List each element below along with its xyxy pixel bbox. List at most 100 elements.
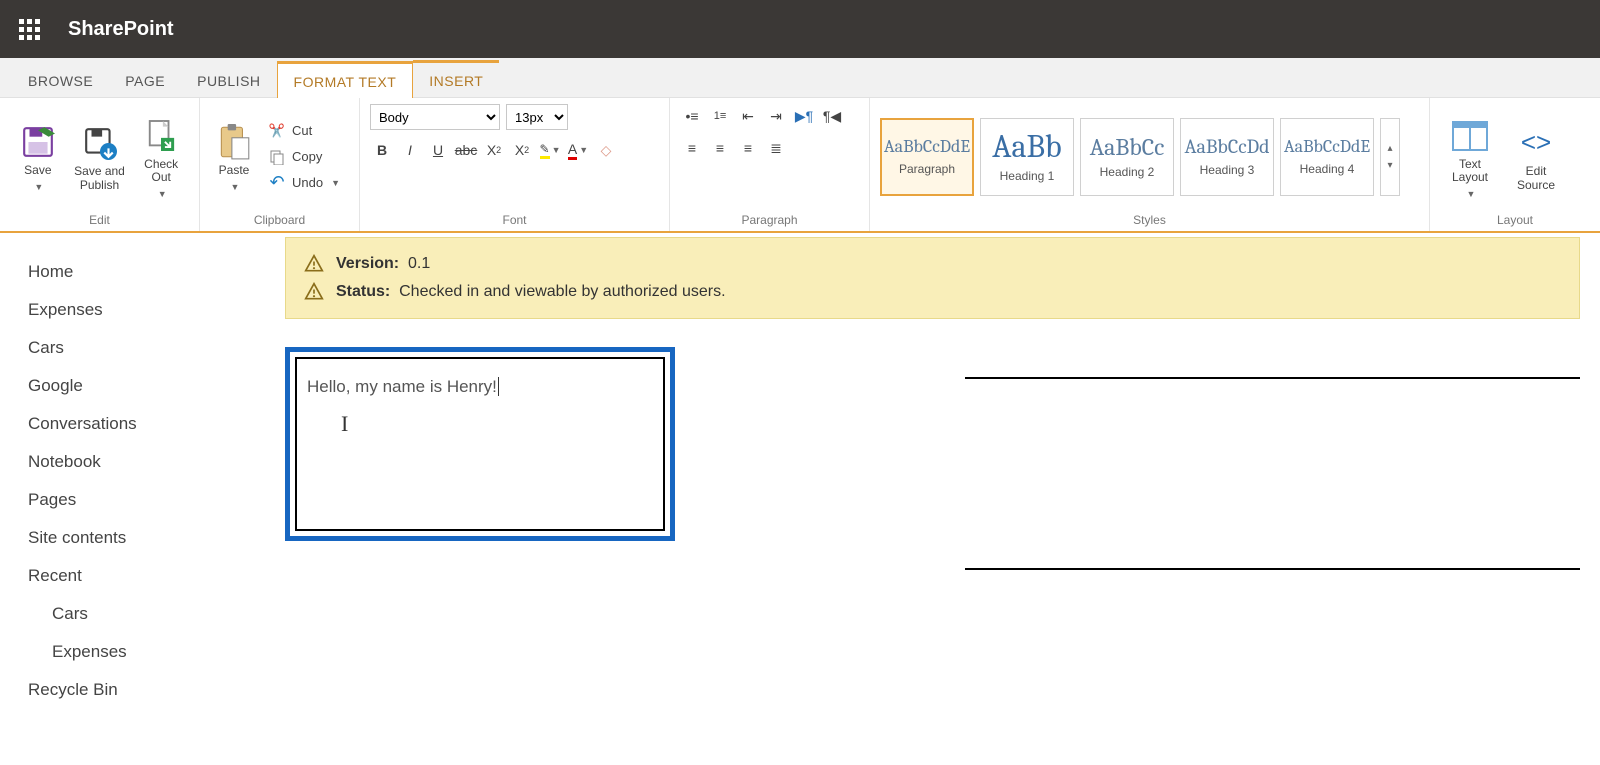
text-cursor-icon: I xyxy=(341,411,348,437)
style-heading-1[interactable]: AaBb Heading 1 xyxy=(980,118,1074,196)
nav-pages[interactable]: Pages xyxy=(28,481,275,519)
style-heading-3[interactable]: AaBbCcDd Heading 3 xyxy=(1180,118,1274,196)
suite-bar: SharePoint xyxy=(0,0,1600,58)
nav-cars[interactable]: Cars xyxy=(28,329,275,367)
eraser-icon: ◇ xyxy=(601,142,612,159)
font-family-select[interactable]: Body xyxy=(370,104,500,130)
nav-notebook[interactable]: Notebook xyxy=(28,443,275,481)
warning-icon xyxy=(304,282,324,302)
editor-region: Hello, my name is Henry! I xyxy=(285,347,1580,541)
check-out-button[interactable]: Check Out ▼ xyxy=(133,114,189,200)
check-out-label: Check Out xyxy=(133,158,189,186)
bulleted-list-button[interactable]: •≡ xyxy=(680,104,704,128)
paste-button[interactable]: Paste ▼ xyxy=(210,120,258,192)
nav-recent-expenses[interactable]: Expenses xyxy=(28,633,275,671)
superscript-button[interactable]: X2 xyxy=(510,138,534,162)
brand-title: SharePoint xyxy=(68,18,174,41)
app-launcher-button[interactable] xyxy=(0,0,58,58)
undo-icon: ↶ xyxy=(268,174,286,192)
cut-button[interactable]: ✂️ Cut xyxy=(268,119,340,143)
outdent-button[interactable]: ⇤ xyxy=(736,104,760,128)
webpart-divider xyxy=(965,377,1580,379)
chevron-down-icon: ▼ xyxy=(34,182,43,192)
style-paragraph[interactable]: AaBbCcDdE Paragraph xyxy=(880,118,974,196)
save-icon xyxy=(21,124,55,160)
quick-launch-nav: Home Expenses Cars Google Conversations … xyxy=(0,233,285,729)
clear-format-button[interactable]: ◇ xyxy=(594,138,618,162)
underline-button[interactable]: U xyxy=(426,138,450,162)
copy-label: Copy xyxy=(292,149,322,164)
save-button[interactable]: Save ▼ xyxy=(10,120,66,192)
content-area: Version: 0.1 Status: Checked in and view… xyxy=(285,233,1600,729)
nav-recent-cars[interactable]: Cars xyxy=(28,595,275,633)
font-color-button[interactable]: A▼ xyxy=(566,138,590,162)
chevron-down-icon: ▼ xyxy=(231,182,240,192)
nav-expenses[interactable]: Expenses xyxy=(28,291,275,329)
highlight-icon: ✎ xyxy=(540,142,550,159)
chevron-down-icon: ▼ xyxy=(158,189,167,199)
indent-button[interactable]: ⇥ xyxy=(764,104,788,128)
check-out-icon xyxy=(146,118,176,154)
nav-site-contents[interactable]: Site contents xyxy=(28,519,275,557)
tab-format-text[interactable]: FORMAT TEXT xyxy=(277,61,414,98)
ribbon-group-edit: Save ▼ Save and Publish Check Out ▼ Edit xyxy=(0,98,200,231)
group-label-layout: Layout xyxy=(1440,209,1590,229)
scissors-icon: ✂️ xyxy=(268,122,286,140)
save-publish-label: Save and Publish xyxy=(72,165,128,193)
nav-recent[interactable]: Recent xyxy=(28,557,275,595)
justify-button[interactable]: ≣ xyxy=(764,136,788,160)
align-center-button[interactable]: ≡ xyxy=(708,136,732,160)
number-list-icon: 1≡ xyxy=(714,110,727,122)
tab-insert[interactable]: INSERT xyxy=(413,60,499,97)
styles-more-button[interactable]: ▴ ▾ xyxy=(1380,118,1400,196)
rtl-icon: ¶◀ xyxy=(823,108,841,125)
italic-button[interactable]: I xyxy=(398,138,422,162)
status-bar: Version: 0.1 Status: Checked in and view… xyxy=(285,237,1580,319)
font-color-icon: A xyxy=(568,141,577,160)
group-label-font: Font xyxy=(370,209,659,229)
style-heading-2[interactable]: AaBbCc Heading 2 xyxy=(1080,118,1174,196)
rich-text-editor[interactable]: Hello, my name is Henry! I xyxy=(295,357,665,531)
subscript-button[interactable]: X2 xyxy=(482,138,506,162)
strikethrough-button[interactable]: abc xyxy=(454,138,478,162)
page-body: Home Expenses Cars Google Conversations … xyxy=(0,233,1600,729)
chevron-up-icon: ▴ xyxy=(1387,143,1392,154)
numbered-list-button[interactable]: 1≡ xyxy=(708,104,732,128)
rtl-button[interactable]: ¶◀ xyxy=(820,104,844,128)
ltr-button[interactable]: ▶¶ xyxy=(792,104,816,128)
align-right-button[interactable]: ≡ xyxy=(736,136,760,160)
tab-publish[interactable]: PUBLISH xyxy=(181,63,276,97)
cut-label: Cut xyxy=(292,123,312,138)
group-label-edit: Edit xyxy=(10,209,189,229)
selected-webpart[interactable]: Hello, my name is Henry! I xyxy=(285,347,675,541)
tab-page[interactable]: PAGE xyxy=(109,63,181,97)
ribbon-group-font: Body 13px B I U abc X2 X2 ✎▼ A▼ xyxy=(360,98,670,231)
text-layout-label: Text Layout xyxy=(1440,158,1500,186)
chevron-down-icon: ▼ xyxy=(331,178,340,188)
text-layout-button[interactable]: Text Layout ▼ xyxy=(1440,114,1500,200)
align-right-icon: ≡ xyxy=(744,140,752,156)
version-value: 0.1 xyxy=(408,255,430,272)
align-left-button[interactable]: ≡ xyxy=(680,136,704,160)
status-value: Checked in and viewable by authorized us… xyxy=(399,283,725,300)
tab-browse[interactable]: BROWSE xyxy=(12,63,109,97)
undo-button[interactable]: ↶ Undo ▼ xyxy=(268,171,340,195)
edit-source-button[interactable]: <> Edit Source xyxy=(1506,121,1566,193)
copy-button[interactable]: Copy xyxy=(268,145,340,169)
nav-google[interactable]: Google xyxy=(28,367,275,405)
group-label-styles: Styles xyxy=(880,209,1419,229)
nav-recycle-bin[interactable]: Recycle Bin xyxy=(28,671,275,709)
outdent-icon: ⇤ xyxy=(742,108,754,125)
style-heading-4[interactable]: AaBbCcDdE Heading 4 xyxy=(1280,118,1374,196)
group-label-paragraph: Paragraph xyxy=(680,209,859,229)
ribbon-group-clipboard: Paste ▼ ✂️ Cut Copy ↶ Undo ▼ xyxy=(200,98,360,231)
nav-home[interactable]: Home xyxy=(28,253,275,291)
editor-text: Hello, my name is Henry! xyxy=(307,377,499,396)
nav-conversations[interactable]: Conversations xyxy=(28,405,275,443)
save-label: Save xyxy=(24,164,51,178)
ribbon-tabstrip: BROWSE PAGE PUBLISH FORMAT TEXT INSERT xyxy=(0,58,1600,98)
font-size-select[interactable]: 13px xyxy=(506,104,568,130)
highlight-color-button[interactable]: ✎▼ xyxy=(538,138,562,162)
save-and-publish-button[interactable]: Save and Publish xyxy=(72,121,128,193)
bold-button[interactable]: B xyxy=(370,138,394,162)
